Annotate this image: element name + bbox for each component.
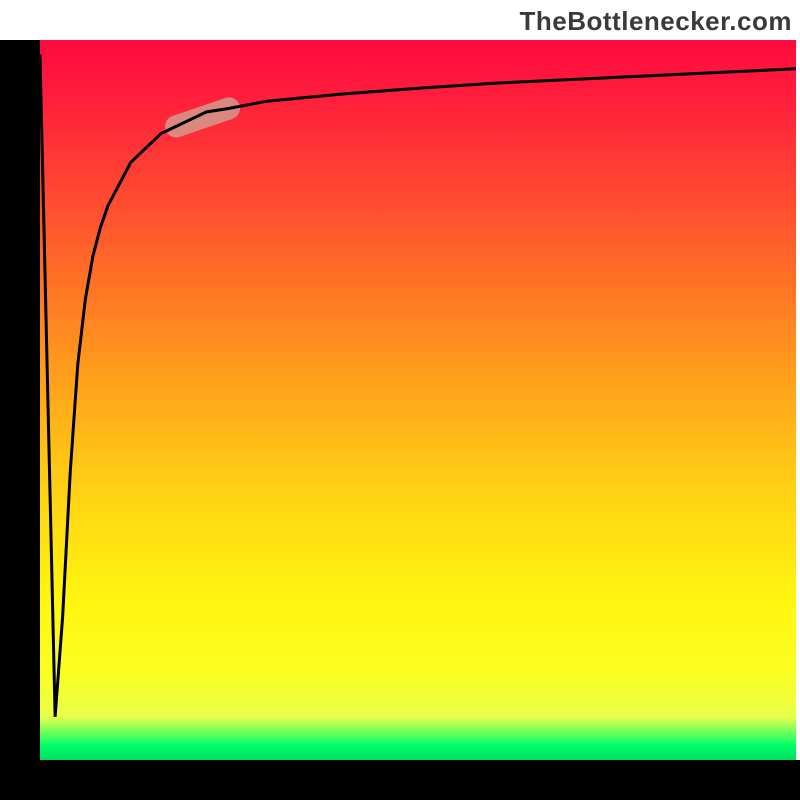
bottleneck-curve	[40, 54, 796, 716]
curve-layer	[40, 40, 796, 760]
chart-root: TheBottlenecker.com	[0, 0, 800, 800]
watermark-text: TheBottlenecker.com	[520, 6, 792, 37]
x-axis-band	[0, 760, 800, 800]
y-axis-band	[0, 40, 40, 760]
